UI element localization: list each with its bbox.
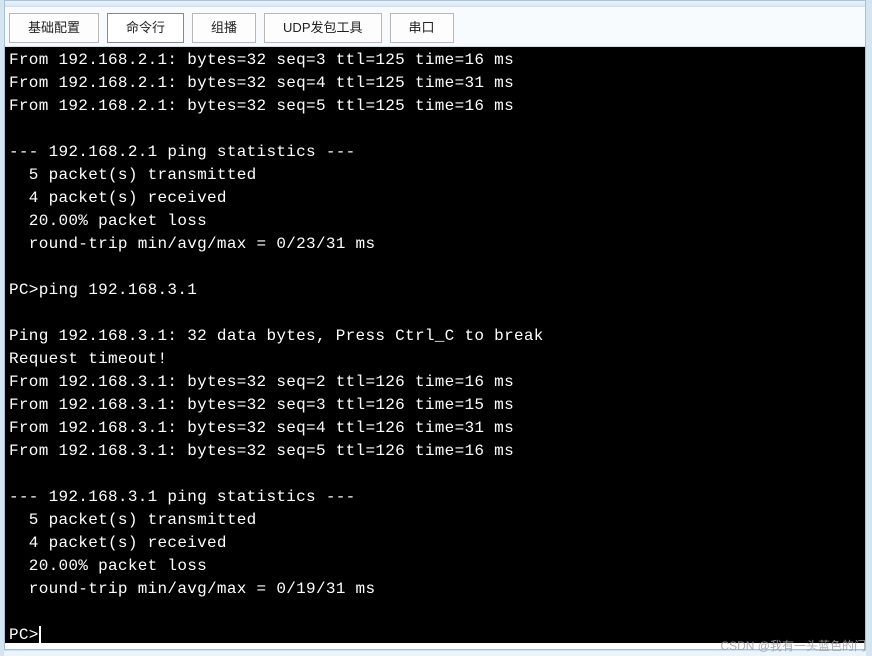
- terminal-lines: From 192.168.2.1: bytes=32 seq=3 ttl=125…: [9, 51, 544, 598]
- tab-command-line[interactable]: 命令行: [107, 13, 184, 43]
- tab-udp-tool[interactable]: UDP发包工具: [264, 13, 381, 43]
- tab-serial[interactable]: 串口: [390, 13, 454, 43]
- terminal-output[interactable]: From 192.168.2.1: bytes=32 seq=3 ttl=125…: [5, 47, 865, 643]
- tab-multicast[interactable]: 组播: [192, 13, 256, 43]
- terminal-prompt: PC>: [9, 626, 39, 643]
- statusbar-strip: [4, 650, 866, 656]
- tab-basic-config[interactable]: 基础配置: [9, 13, 99, 43]
- tab-bar: 基础配置 命令行 组播 UDP发包工具 串口: [5, 7, 865, 47]
- app-window: 基础配置 命令行 组播 UDP发包工具 串口 From 192.168.2.1:…: [4, 0, 866, 650]
- terminal-cursor: [39, 626, 41, 643]
